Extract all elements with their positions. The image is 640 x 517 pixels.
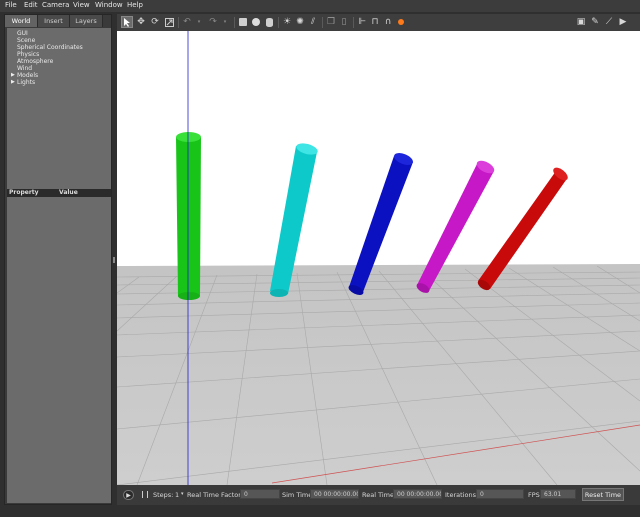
tree-item-wind[interactable]: Wind (17, 65, 32, 72)
menu-edit[interactable]: Edit (24, 1, 38, 9)
toolbar: ✥ ⟳ ↶ ▾ ↷ ▾ ☀ ✺ ⫽ ❐ ▯ ⊩ ⊓ ∩ ▣ ✎ ⟋ ▶ (117, 14, 640, 31)
expand-arrow-icon[interactable]: ▶ (11, 79, 15, 85)
real-time-factor-field: 0 (240, 489, 280, 499)
tree-item-label: Wind (17, 65, 33, 72)
point-light-icon[interactable]: ☀ (281, 16, 293, 28)
menu-help[interactable]: Help (127, 1, 143, 9)
left-panel: World Insert Layers GUI Scene Spherical … (4, 14, 112, 505)
tree-item-label: Scene (17, 37, 36, 44)
video-icon[interactable]: ▶ (617, 16, 629, 28)
tree-item-label: Physics (17, 51, 40, 58)
tab-layers[interactable]: Layers (70, 15, 103, 27)
spot-light-icon[interactable]: ✺ (294, 16, 306, 28)
tab-world[interactable]: World (5, 15, 38, 27)
tree-item-label: Models (17, 72, 39, 79)
play-button[interactable]: ▶ (123, 490, 134, 500)
expand-arrow-icon[interactable]: ▶ (11, 72, 15, 78)
redo-dropdown-icon[interactable]: ▾ (219, 16, 231, 28)
undo-dropdown-icon[interactable]: ▾ (193, 16, 205, 28)
iterations-label: Iterations: (445, 491, 479, 499)
undo-icon[interactable]: ↶ (181, 16, 193, 28)
splitter-handle[interactable] (113, 257, 115, 263)
toolbar-separator (234, 17, 235, 28)
rotate-icon[interactable]: ⟳ (149, 16, 161, 28)
log-icon[interactable]: ✎ (589, 16, 601, 28)
reset-time-button[interactable]: Reset Time (582, 488, 624, 501)
magnet-icon[interactable]: ∩ (382, 16, 394, 28)
tree-item-label: GUI (17, 30, 28, 37)
menu-view[interactable]: View (73, 1, 90, 9)
cylinder-shape-icon[interactable] (263, 16, 275, 28)
time-panel: ▶ Steps: 1 ▾ Real Time Factor: 0 Sim Tim… (117, 485, 640, 505)
toolbar-separator (322, 17, 323, 28)
steps-value[interactable]: 1 (175, 491, 179, 499)
tree-item-label: Lights (17, 79, 36, 86)
tree-item-models[interactable]: ▶ Models (11, 72, 39, 79)
real-time-field: 00 00:00:00.000 (393, 489, 442, 499)
tree-item-label: Spherical Coordinates (17, 44, 83, 51)
tree-item-lights[interactable]: ▶ Lights (11, 79, 36, 86)
scene-render (117, 31, 640, 485)
translate-icon[interactable]: ✥ (135, 16, 147, 28)
tree-item-spherical-coordinates[interactable]: Spherical Coordinates (17, 44, 83, 51)
steps-label: Steps: (153, 491, 174, 499)
sphere-shape-icon[interactable] (250, 16, 262, 28)
tree-item-scene[interactable]: Scene (17, 37, 35, 44)
menu-window[interactable]: Window (95, 1, 123, 9)
menu-file[interactable]: File (5, 1, 17, 9)
real-time-factor-label: Real Time Factor: (187, 491, 244, 499)
tree-item-label: Atmosphere (17, 58, 54, 65)
tree-item-atmosphere[interactable]: Atmosphere (17, 58, 53, 65)
steps-dropdown-icon[interactable]: ▾ (181, 491, 184, 497)
align-icon[interactable]: ⊩ (356, 16, 368, 28)
property-column-header: Property (9, 189, 39, 196)
paste-icon[interactable]: ▯ (338, 16, 350, 28)
real-time-label: Real Time: (362, 491, 397, 499)
tab-insert[interactable]: Insert (38, 15, 70, 27)
tree-item-gui[interactable]: GUI (17, 30, 28, 37)
copy-icon[interactable]: ❐ (325, 16, 337, 28)
select-arrow-icon[interactable] (121, 16, 133, 28)
toolbar-separator (353, 17, 354, 28)
property-area (7, 197, 111, 503)
green-cylinder[interactable] (176, 132, 201, 300)
scene-viewport[interactable] (117, 31, 640, 485)
value-column-header: Value (59, 189, 78, 196)
redo-icon[interactable]: ↷ (207, 16, 219, 28)
fps-field: 63.01 (540, 489, 576, 499)
sim-time-field: 00 00:00:00.000 (310, 489, 359, 499)
tree-item-physics[interactable]: Physics (17, 51, 39, 58)
color-orange-icon[interactable] (395, 16, 407, 28)
world-tree: GUI Scene Spherical Coordinates Physics … (7, 28, 111, 200)
snap-icon[interactable]: ⊓ (369, 16, 381, 28)
scale-icon[interactable] (163, 16, 175, 28)
play-icon: ▶ (126, 491, 131, 499)
plot-icon[interactable]: ⟋ (603, 16, 615, 28)
iterations-field: 0 (476, 489, 524, 499)
step-icon[interactable] (142, 491, 148, 498)
menu-camera[interactable]: Camera (42, 1, 69, 9)
toolbar-separator (278, 17, 279, 28)
directional-light-icon[interactable]: ⫽ (307, 16, 319, 28)
box-shape-icon[interactable] (237, 16, 249, 28)
property-header: Property Value (7, 189, 111, 197)
toolbar-separator (178, 17, 179, 28)
menu-bar: File Edit Camera View Window Help (0, 0, 640, 12)
screenshot-icon[interactable]: ▣ (575, 16, 587, 28)
